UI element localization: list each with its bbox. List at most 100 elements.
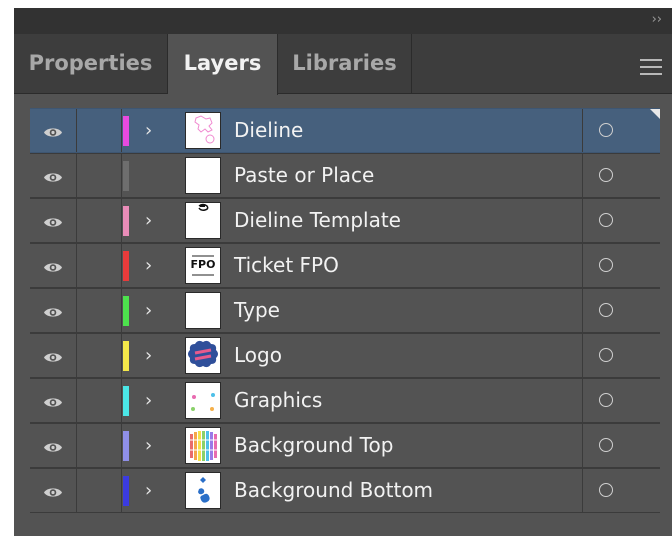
target-cell [582, 379, 659, 422]
layer-color-swatch [123, 251, 129, 281]
target-circle-icon[interactable] [599, 123, 613, 137]
lock-toggle[interactable] [77, 379, 122, 422]
layer-row[interactable]: Paste or Place [30, 153, 660, 198]
target-cell [582, 199, 659, 242]
target-cell [582, 289, 659, 332]
layer-thumbnail [185, 472, 221, 509]
layer-name[interactable]: Paste or Place [234, 154, 374, 197]
target-cell [582, 469, 659, 512]
chevron-right-icon[interactable]: › [145, 346, 159, 366]
target-cell [582, 154, 659, 197]
lock-toggle[interactable] [77, 109, 122, 152]
chevron-right-icon[interactable]: › [145, 301, 159, 321]
layer-row[interactable]: › Logo [30, 333, 660, 378]
layers-panel: ›› Properties Layers Libraries › Dieline P… [14, 8, 672, 536]
target-circle-icon[interactable] [599, 483, 613, 497]
layer-name[interactable]: Type [234, 289, 280, 332]
layers-list: › Dieline Paste or Place › Dieline Template ›… [30, 108, 660, 536]
layer-row[interactable]: › Background Top [30, 423, 660, 468]
visibility-toggle[interactable] [30, 469, 77, 512]
eye-icon[interactable] [43, 304, 63, 323]
tab-layers[interactable]: Layers [168, 34, 278, 95]
visibility-toggle[interactable] [30, 154, 77, 197]
layer-name[interactable]: Logo [234, 334, 282, 377]
target-circle-icon[interactable] [599, 438, 613, 452]
layer-thumbnail [185, 202, 221, 239]
chevron-right-icon[interactable]: › [145, 436, 159, 456]
layer-name[interactable]: Background Top [234, 424, 393, 467]
layer-name[interactable]: Dieline [234, 109, 303, 152]
lock-toggle[interactable] [77, 244, 122, 287]
layer-color-swatch [123, 386, 129, 416]
layer-color-swatch [123, 341, 129, 371]
target-circle-icon[interactable] [599, 213, 613, 227]
layer-color-swatch [123, 476, 129, 506]
visibility-toggle[interactable] [30, 424, 77, 467]
layer-color-swatch [123, 116, 129, 146]
chevron-right-icon[interactable]: › [145, 121, 159, 141]
collapse-panel-icon[interactable]: ›› [652, 11, 662, 29]
layer-thumbnail [185, 337, 221, 374]
target-circle-icon[interactable] [599, 393, 613, 407]
target-circle-icon[interactable] [599, 168, 613, 182]
visibility-toggle[interactable] [30, 334, 77, 377]
layer-color-swatch [123, 431, 129, 461]
target-circle-icon[interactable] [599, 303, 613, 317]
layer-name[interactable]: Background Bottom [234, 469, 433, 512]
eye-icon[interactable] [43, 394, 63, 413]
lock-toggle[interactable] [77, 199, 122, 242]
visibility-toggle[interactable] [30, 244, 77, 287]
layer-thumbnail: FPO [185, 247, 221, 284]
target-cell [582, 109, 659, 152]
chevron-right-icon[interactable]: › [145, 256, 159, 276]
layer-row[interactable]: › FPO Ticket FPO [30, 243, 660, 288]
target-cell [582, 424, 659, 467]
eye-icon[interactable] [43, 169, 63, 188]
eye-icon[interactable] [43, 124, 63, 143]
lock-toggle[interactable] [77, 424, 122, 467]
tab-properties[interactable]: Properties [14, 34, 168, 94]
target-cell [582, 244, 659, 287]
visibility-toggle[interactable] [30, 289, 77, 332]
layer-row[interactable]: › Graphics [30, 378, 660, 423]
eye-icon[interactable] [43, 259, 63, 278]
lock-toggle[interactable] [77, 289, 122, 332]
layer-thumbnail [185, 157, 221, 194]
visibility-toggle[interactable] [30, 109, 77, 152]
lock-toggle[interactable] [77, 154, 122, 197]
eye-icon[interactable] [43, 439, 63, 458]
lock-toggle[interactable] [77, 469, 122, 512]
hamburger-menu-icon[interactable] [640, 59, 662, 75]
layer-name[interactable]: Ticket FPO [234, 244, 339, 287]
target-circle-icon[interactable] [599, 258, 613, 272]
tab-libraries[interactable]: Libraries [278, 34, 412, 94]
panel-tab-bar: Properties Layers Libraries [14, 34, 672, 95]
layer-row[interactable]: › Type [30, 288, 660, 333]
visibility-toggle[interactable] [30, 199, 77, 242]
layer-row[interactable]: › Dieline Template [30, 198, 660, 243]
eye-icon[interactable] [43, 484, 63, 503]
layer-color-swatch [123, 296, 129, 326]
layer-name[interactable]: Graphics [234, 379, 322, 422]
layer-color-swatch [123, 206, 129, 236]
layer-thumbnail [185, 427, 221, 464]
layer-color-swatch [123, 161, 129, 191]
layer-thumbnail [185, 112, 221, 149]
layer-row[interactable]: › Background Bottom [30, 468, 660, 513]
ticket-fpo-thumb-text: FPO [190, 258, 216, 271]
target-cell [582, 334, 659, 377]
current-layer-indicator [650, 109, 660, 119]
eye-icon[interactable] [43, 349, 63, 368]
layer-row[interactable]: › Dieline [30, 108, 660, 153]
layer-thumbnail [185, 382, 221, 419]
chevron-right-icon[interactable]: › [145, 211, 159, 231]
lock-toggle[interactable] [77, 334, 122, 377]
chevron-right-icon[interactable]: › [145, 481, 159, 501]
layer-name[interactable]: Dieline Template [234, 199, 401, 242]
layer-thumbnail [185, 292, 221, 329]
chevron-right-icon[interactable]: › [145, 391, 159, 411]
visibility-toggle[interactable] [30, 379, 77, 422]
target-circle-icon[interactable] [599, 348, 613, 362]
panel-collapse-bar: ›› [14, 8, 672, 34]
eye-icon[interactable] [43, 214, 63, 233]
